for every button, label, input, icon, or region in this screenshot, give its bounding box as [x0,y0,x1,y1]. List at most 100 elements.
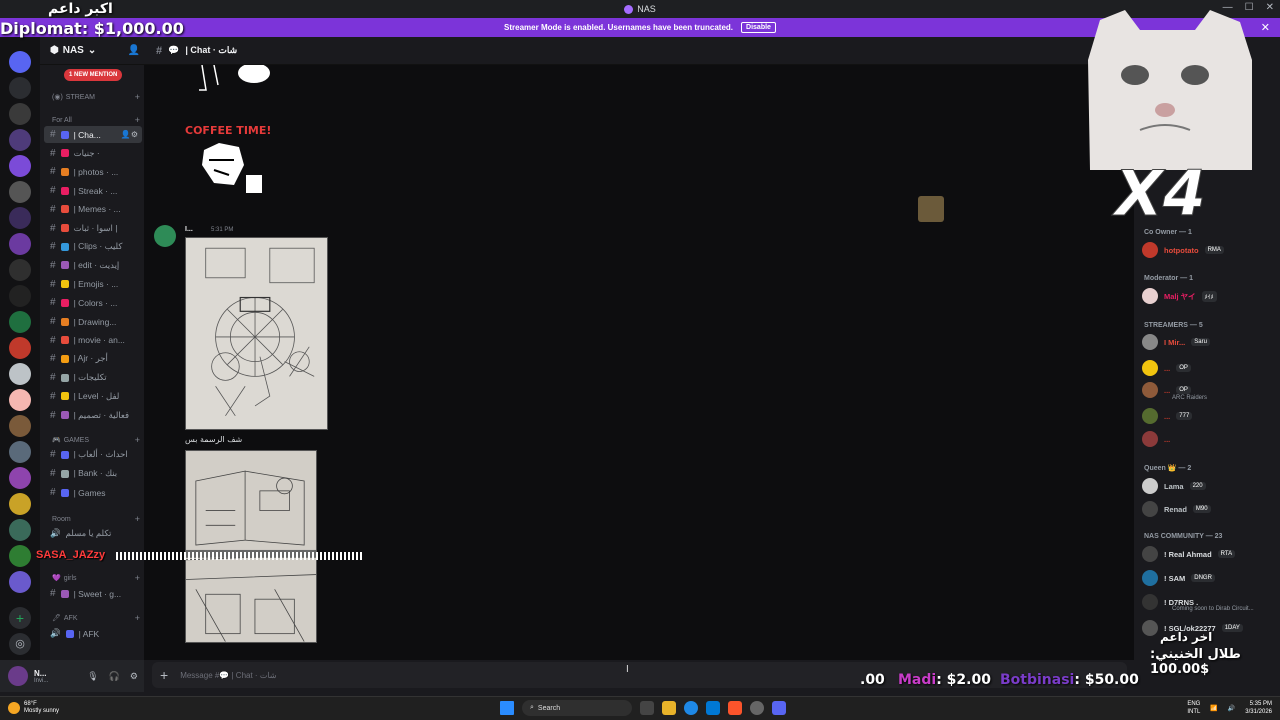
server-icon[interactable] [9,441,31,463]
channel-item[interactable]: # | Memes · ... [44,201,142,218]
avatar[interactable] [154,225,176,247]
channel-item[interactable]: # | Cha... 👤⚙ [44,126,142,143]
channel-item[interactable]: # | Level · لفل [44,388,142,405]
member-item[interactable]: Renad M90 [1142,500,1276,518]
server-icon[interactable] [9,207,31,229]
channel-settings-icon[interactable]: 👤⚙ [121,130,138,139]
member-item[interactable]: ! SAM DNGR [1142,569,1276,587]
channel-item[interactable]: # | فعالية · تصميم [44,407,142,424]
gear-icon[interactable]: ⚙ [130,671,138,682]
server-icon[interactable] [9,389,31,411]
channel-item[interactable]: # | Emojis · ... [44,276,142,293]
discord-icon[interactable] [772,701,786,715]
server-icon[interactable] [9,155,31,177]
brave-icon[interactable] [728,701,742,715]
channel-item[interactable]: # | Ajr · أجر [44,350,142,367]
channel-item[interactable]: # | احداث · ألعاب [44,446,142,463]
avatar[interactable] [8,666,28,686]
threads-icon[interactable]: # [156,45,162,57]
drawing-image-street[interactable] [185,450,317,643]
weather-widget[interactable]: 68°F Mostly sunny [8,701,59,715]
discover-icon[interactable]: ◎ [9,633,31,655]
reaction-emoji-image[interactable] [918,196,944,222]
server-icon[interactable] [9,415,31,437]
server-icon[interactable] [9,311,31,333]
headphones-icon[interactable]: 🎧 [109,671,120,682]
wifi-icon[interactable]: 📶 [1210,705,1217,712]
channel-item[interactable]: # | edit · إيديت [44,257,142,274]
message-author[interactable]: I... [185,226,193,233]
member-item[interactable]: Malj ヤイ ﾒｲﾒ [1142,287,1276,305]
channel-item[interactable]: # اسوا · ثبات | [44,220,142,237]
add-channel-icon[interactable]: + [135,514,140,524]
member-item[interactable]: hotpotato RMA [1142,241,1276,259]
member-item[interactable]: ... OP [1142,359,1276,377]
server-icon[interactable] [9,181,31,203]
voice-channel[interactable]: 🔊 تكلم يا مسلم [44,525,142,542]
server-icon[interactable] [9,337,31,359]
channel-item[interactable]: # | Games [44,484,142,501]
disable-button[interactable]: Disable [741,22,776,33]
add-channel-icon[interactable]: + [135,92,140,102]
channel-item[interactable]: # | Clips · كليب [44,238,142,255]
server-icon[interactable] [9,51,31,73]
member-item[interactable]: ... 777 [1142,407,1276,425]
channel-item[interactable]: # | تكليجات [44,369,142,386]
server-icon[interactable] [9,363,31,385]
close-window-button[interactable]: ✕ [1266,2,1274,13]
channel-sweet[interactable]: # | Sweet · g... [44,585,142,602]
comic-image[interactable] [184,65,274,210]
server-icon[interactable] [9,545,31,567]
microphone-icon[interactable]: 🎙 [87,671,98,682]
add-channel-icon[interactable]: + [135,573,140,583]
server-icon[interactable] [9,259,31,281]
server-icon[interactable] [9,77,31,99]
server-icon[interactable] [9,519,31,541]
member-item[interactable]: Lama 220 [1142,477,1276,495]
server-icon[interactable] [9,129,31,151]
channel-item[interactable]: # | photos · ... [44,163,142,180]
channel-item[interactable]: # | movie · an... [44,332,142,349]
channel-item[interactable]: # | Bank · بنك [44,465,142,482]
volume-icon[interactable]: 🔊 [1228,705,1235,712]
user-info[interactable]: N... Invi... [34,669,48,684]
channel-item[interactable]: # جنيات · [44,145,142,162]
member-item[interactable]: I Mir... Saru [1142,333,1276,351]
clock[interactable]: 5:35 PM 3/31/2026 [1245,700,1272,716]
server-icon[interactable] [9,285,31,307]
channel-item[interactable]: # | Drawing... [44,313,142,330]
composer-placeholder[interactable]: Message #💬 | Chat · شات [180,671,276,680]
add-server-icon[interactable]: + [9,607,31,629]
store-icon[interactable] [706,701,720,715]
add-attachment-icon[interactable]: + [160,667,168,683]
server-icon[interactable] [9,467,31,489]
channel-item[interactable]: # | Colors · ... [44,294,142,311]
channel-item[interactable]: # | Streak · ... [44,182,142,199]
windows-start-icon[interactable] [500,701,514,715]
language-indicator[interactable]: ENG INTL [1187,700,1200,716]
drawing-image-spiderman[interactable] [185,237,328,430]
invite-icon[interactable]: 👤 [128,45,140,56]
member-item[interactable]: ... OP [1142,381,1276,399]
task-view-icon[interactable] [640,701,654,715]
member-item[interactable]: ... [1142,430,1276,448]
close-icon[interactable]: ✕ [1261,21,1270,34]
obs-icon[interactable] [750,701,764,715]
add-channel-icon[interactable]: + [135,115,140,125]
category-afk[interactable]: 🖊 AFK + [52,613,140,623]
server-icon[interactable] [9,103,31,125]
member-item[interactable]: ! Real Ahmad RTA [1142,545,1276,563]
taskbar-search[interactable]: ⌕ Search [522,700,632,716]
category-girls[interactable]: 💜 girls + [52,573,140,583]
server-icon[interactable] [9,233,31,255]
add-channel-icon[interactable]: + [135,613,140,623]
category-stream[interactable]: (◉) STREAM + [52,92,140,102]
server-header[interactable]: ⬢ NAS ⌄ 👤 [40,37,144,65]
category-games[interactable]: 🎮 GAMES + [52,435,140,445]
category-for-all[interactable]: For All + [52,115,140,125]
channel-afk[interactable]: 🔊 | AFK [44,625,142,642]
server-icon[interactable] [9,493,31,515]
file-explorer-icon[interactable] [662,701,676,715]
server-icon[interactable] [9,571,31,593]
new-mention-badge[interactable]: 1 NEW MENTION [64,69,123,81]
